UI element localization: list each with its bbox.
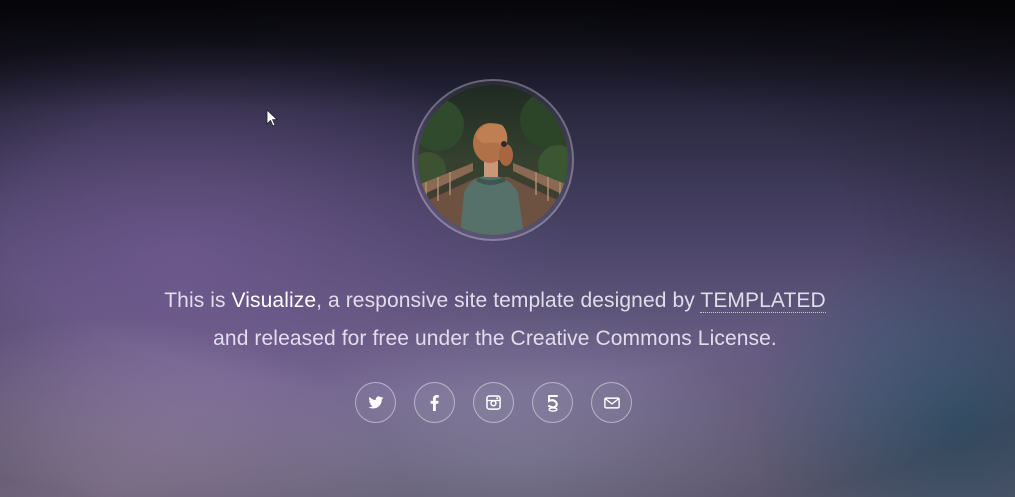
mouse-cursor-icon [266, 109, 278, 127]
500px-icon [547, 394, 558, 412]
instagram-button[interactable] [473, 382, 514, 423]
500px-button[interactable] [532, 382, 573, 423]
intro-prefix: This is [164, 289, 232, 312]
site-name: Visualize [231, 289, 317, 312]
social-icons [355, 382, 632, 423]
twitter-icon [367, 395, 383, 409]
facebook-icon [430, 394, 439, 411]
envelope-icon [603, 396, 620, 409]
intro-text: This is Visualize, a responsive site tem… [100, 282, 890, 358]
instagram-icon [486, 395, 501, 410]
avatar-photo [418, 85, 568, 235]
templated-link[interactable]: TEMPLATED [700, 289, 826, 313]
facebook-button[interactable] [414, 382, 455, 423]
intro-middle: , a responsive site template designed by [316, 289, 701, 312]
email-button[interactable] [591, 382, 632, 423]
avatar[interactable] [418, 85, 568, 235]
twitter-button[interactable] [355, 382, 396, 423]
intro-line2: and released for free under the Creative… [213, 327, 777, 350]
